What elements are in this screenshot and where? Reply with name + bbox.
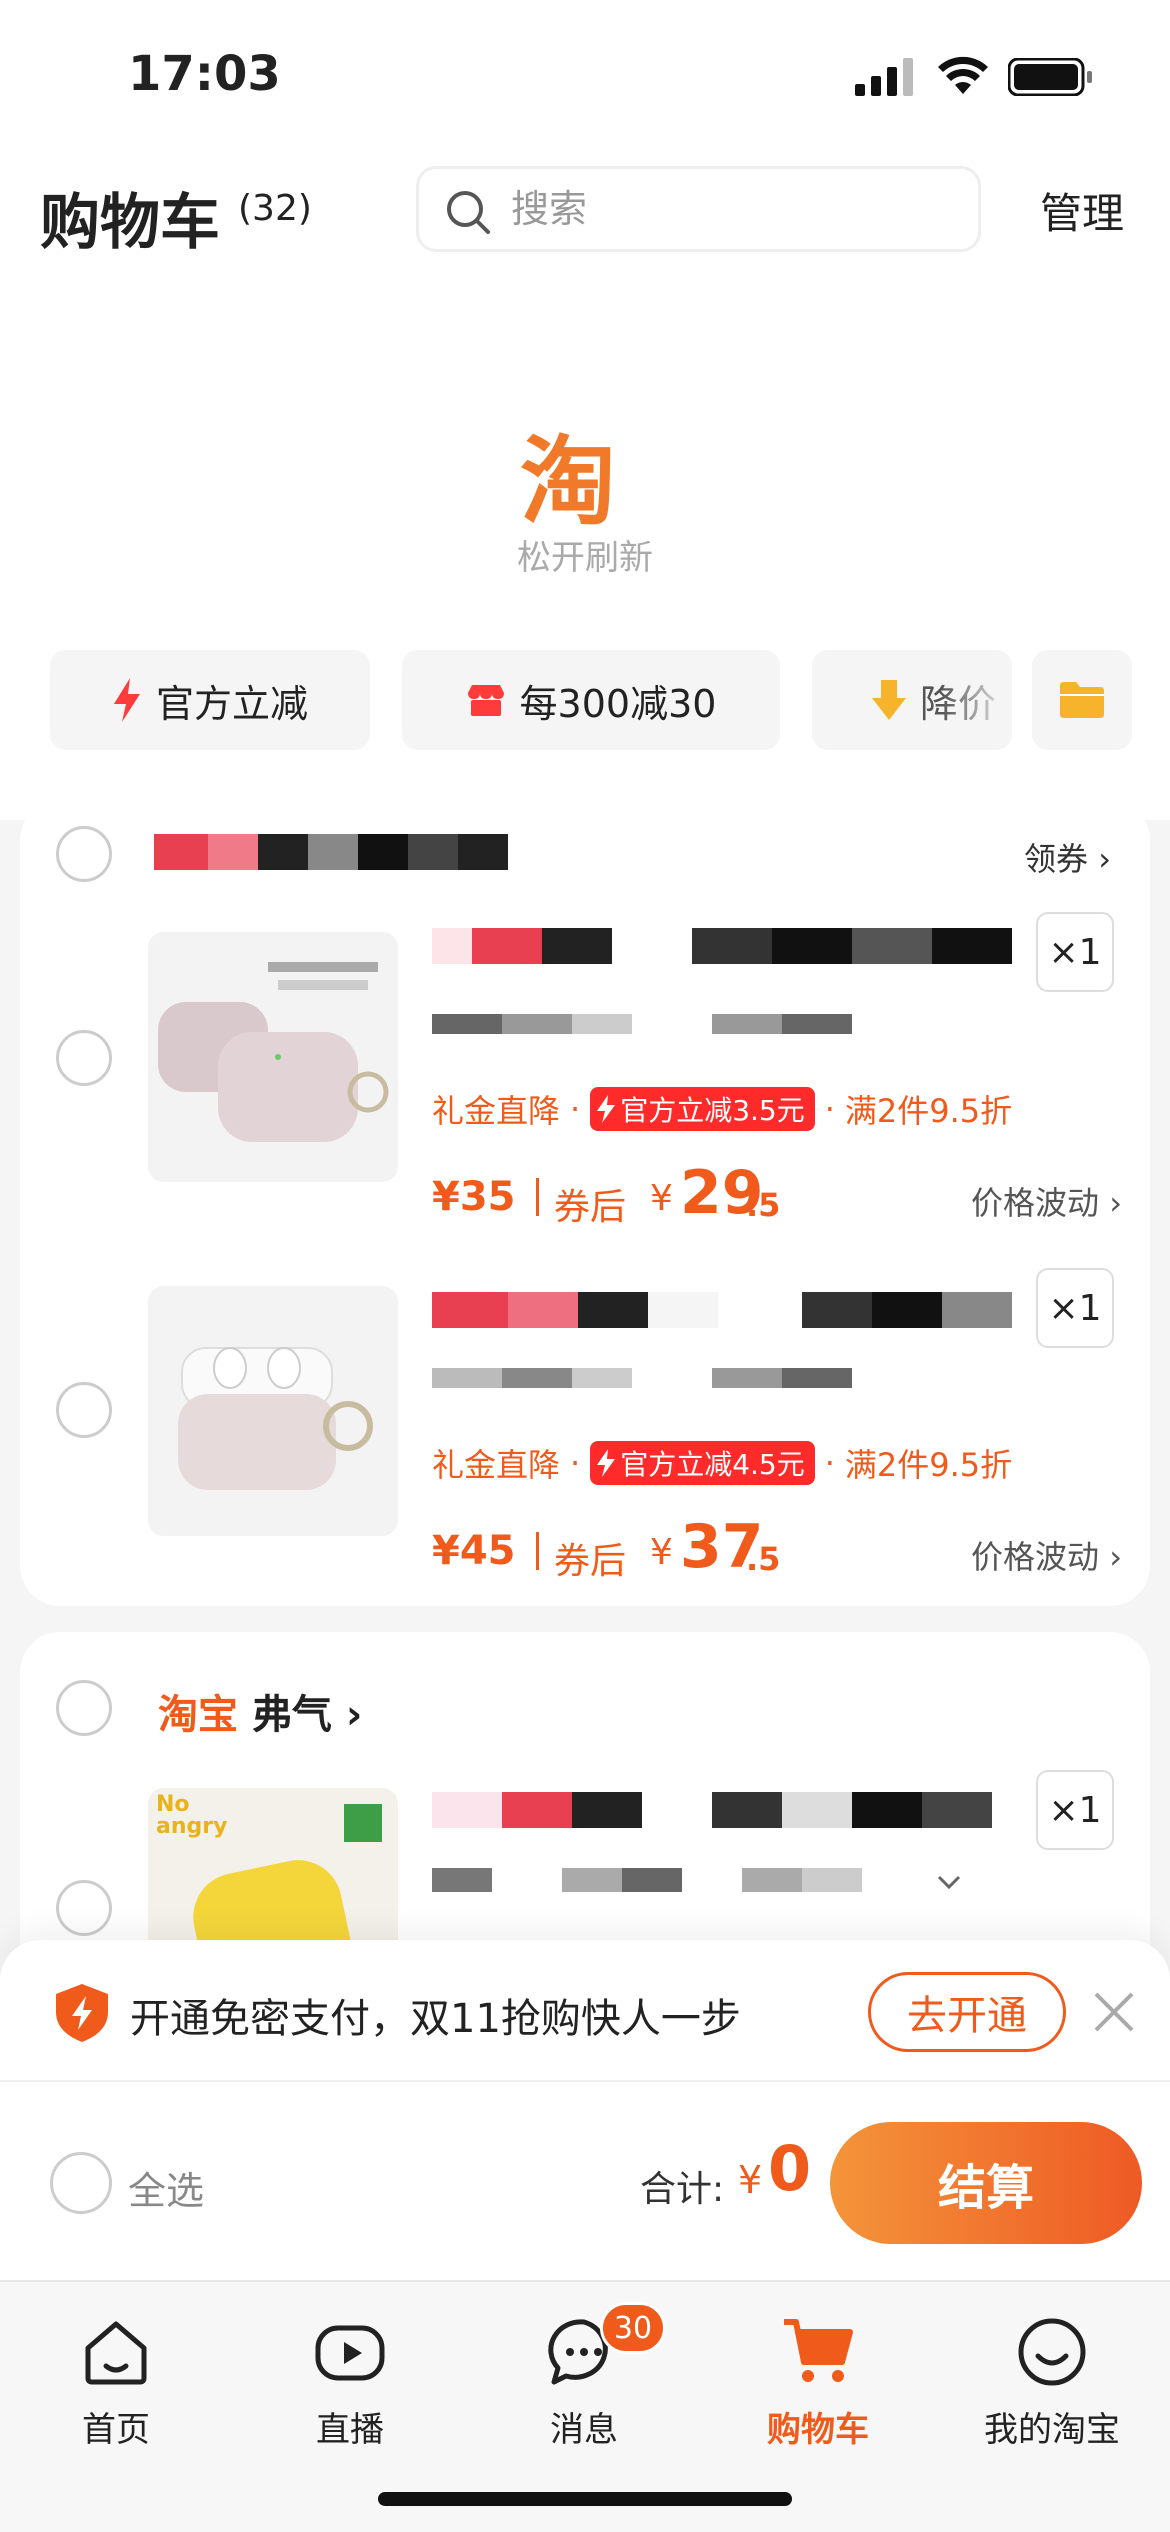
folder-icon: [1060, 682, 1104, 718]
product-image[interactable]: [148, 932, 398, 1182]
product-sku-blurred: [432, 1868, 912, 1892]
select-all-radio[interactable]: [50, 2152, 112, 2214]
image-caption: No angry: [156, 1792, 228, 1839]
search-input[interactable]: [511, 187, 951, 231]
manage-button[interactable]: 管理: [1040, 180, 1124, 241]
price-fluctuation-link[interactable]: 价格波动 ›: [971, 1532, 1122, 1578]
chip-official-discount[interactable]: 官方立减: [50, 650, 370, 750]
promo-line: 礼金直降 · 官方立减3.5元 · 满2件9.5折: [432, 1086, 1012, 1132]
cart-icon: [784, 2319, 853, 2382]
quantity-button[interactable]: ×1: [1036, 912, 1114, 992]
status-time: 17:03: [128, 46, 281, 102]
store-select-radio[interactable]: [56, 1680, 112, 1736]
wifi-icon: [938, 56, 988, 94]
pull-refresh-text: 松开刷新: [517, 538, 653, 578]
message-count-badge: 30: [600, 2302, 666, 2354]
close-icon[interactable]: [1090, 1988, 1138, 2036]
price-fluctuation-link[interactable]: 价格波动 ›: [971, 1178, 1122, 1224]
promo-line: 礼金直降 · 官方立减4.5元 · 满2件9.5折: [432, 1440, 1012, 1486]
store-card-1: 领券 › ×1 礼金直降 · 官方立减3.5元 · 满2件9.5折 ¥35 券后…: [20, 800, 1150, 1606]
chip-label: 官方立减: [155, 681, 308, 726]
arrow-down-icon: [872, 680, 906, 720]
product-sku-blurred: [432, 1368, 902, 1388]
tab-cart[interactable]: 购物车: [718, 2302, 918, 2452]
store-icon: [467, 685, 504, 716]
chip-300-minus-30[interactable]: 每300减30: [402, 650, 780, 750]
price: ¥45: [432, 1528, 516, 1574]
total-label: 合计:: [640, 2169, 725, 2210]
chip-label: 每300减30: [519, 681, 717, 726]
product-image[interactable]: [148, 1286, 398, 1536]
product-title-blurred: [432, 1792, 1012, 1828]
cellular-signal-icon: [855, 58, 913, 96]
quantity-button[interactable]: ×1: [1036, 1770, 1114, 1850]
cart-count: (32): [238, 188, 312, 229]
tab-live[interactable]: 直播: [250, 2302, 450, 2452]
chevron-down-icon[interactable]: [936, 1874, 962, 1890]
product-sku-blurred: [432, 1014, 902, 1034]
chip-price-drop[interactable]: 降价: [812, 650, 1012, 750]
official-discount-tag: 官方立减4.5元: [590, 1441, 815, 1485]
price-row: ¥45 券后 ¥ 37 .5 价格波动 ›: [432, 1512, 1122, 1582]
top-area: 17:03 购物车 (32) 管理 淘 松开刷新 官方立: [0, 0, 1170, 820]
filter-chips: 官方立减 每300减30 降价: [0, 650, 1170, 750]
lightning-icon: [597, 1449, 616, 1477]
after-coupon-label: 券后: [554, 1541, 627, 1582]
tab-my-taobao[interactable]: 我的淘宝: [952, 2302, 1152, 2452]
store-name[interactable]: 淘宝 弗气 ›: [158, 1682, 362, 1740]
item-select-radio[interactable]: [56, 1382, 112, 1438]
price: ¥35: [432, 1174, 516, 1220]
store-name-blurred: [154, 834, 520, 870]
store-select-radio[interactable]: [56, 826, 112, 882]
coupon-link[interactable]: 领券 ›: [1024, 834, 1111, 880]
taobao-logo: 淘: [520, 426, 616, 538]
enable-autopay-button[interactable]: 去开通: [868, 1972, 1066, 2052]
chip-folder[interactable]: [1032, 650, 1132, 750]
autopay-banner: 开通免密支付，双11抢购快人一步 去开通: [0, 1940, 1170, 2080]
price-row: ¥35 券后 ¥ 29 .5 价格波动 ›: [432, 1158, 1122, 1228]
official-discount-tag: 官方立减3.5元: [590, 1087, 815, 1131]
product-title-blurred: [432, 928, 1012, 964]
smile-icon: [1018, 2318, 1086, 2386]
tab-home[interactable]: 首页: [16, 2302, 216, 2452]
search-bar[interactable]: [416, 166, 981, 252]
product-title-blurred: [432, 1292, 1012, 1328]
item-select-radio[interactable]: [56, 1880, 112, 1936]
item-select-radio[interactable]: [56, 1030, 112, 1086]
home-icon: [85, 2321, 147, 2385]
quantity-button[interactable]: ×1: [1036, 1268, 1114, 1348]
home-indicator: [378, 2492, 792, 2506]
select-all-label[interactable]: 全选: [128, 2160, 204, 2215]
search-icon: [447, 191, 490, 234]
shield-icon: [56, 1984, 108, 2042]
play-icon: [315, 2325, 385, 2381]
checkout-button[interactable]: 结算: [830, 2122, 1142, 2244]
battery-icon: [1008, 58, 1092, 96]
checkout-bar: 全选 合计: ¥ 0 结算: [0, 2080, 1170, 2280]
status-bar: 17:03: [0, 0, 1170, 150]
total-value: 0: [768, 2132, 812, 2205]
lightning-icon: [597, 1095, 616, 1123]
banner-text: 开通免密支付，双11抢购快人一步: [130, 1996, 741, 2042]
airpods-case-image: [148, 932, 398, 1182]
tab-messages[interactable]: 30 消息: [484, 2302, 684, 2452]
airpods-case-image: [148, 1286, 398, 1536]
page-title: 购物车: [40, 188, 220, 258]
after-coupon-label: 券后: [554, 1187, 627, 1228]
lightning-icon: [113, 678, 140, 722]
